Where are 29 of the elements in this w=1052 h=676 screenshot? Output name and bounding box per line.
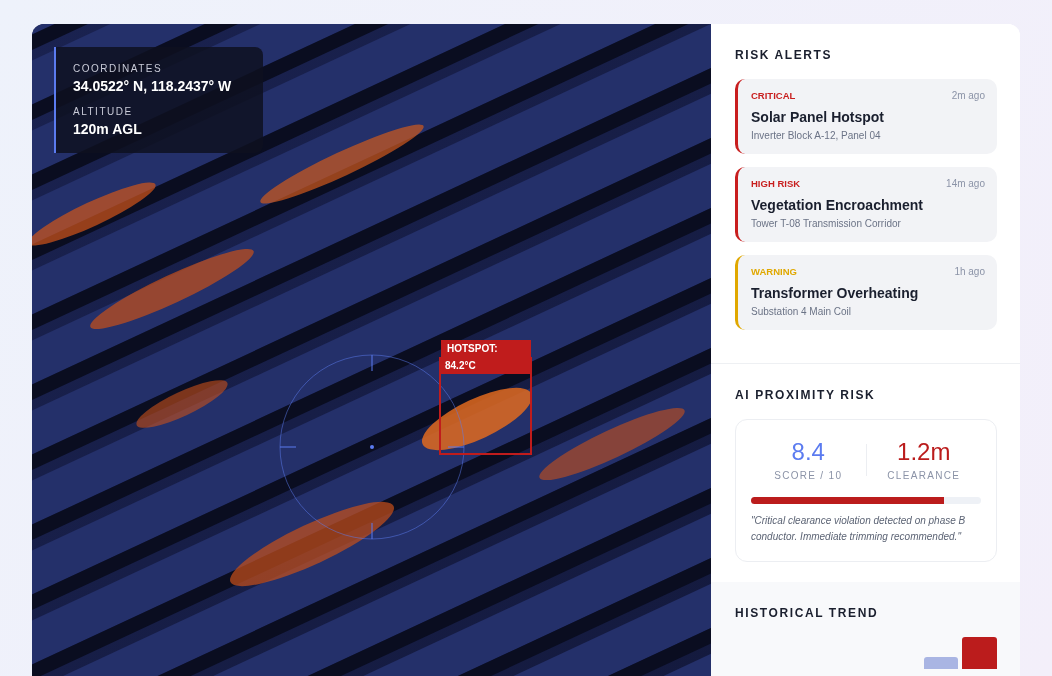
clearance-label: CLEARANCE	[887, 470, 961, 481]
clearance-value: 1.2m	[897, 438, 951, 466]
score-label: SCORE / 10	[774, 470, 843, 481]
alert-title: Vegetation Encroachment	[751, 197, 924, 213]
section-title: RISK ALERTS	[735, 48, 834, 62]
score-value: 8.4	[791, 438, 825, 466]
altitude-label: ALTITUDE	[73, 106, 134, 117]
coordinates-value: 34.0522° N, 118.2437° W	[73, 78, 233, 94]
section-title: HISTORICAL TREND	[735, 606, 880, 620]
severity-label: CRITICAL	[751, 90, 796, 101]
alert-card[interactable]: HIGH RISK 14m ago Vegetation Encroachment Tower T-08 Transmission Corridor	[735, 167, 997, 242]
alert-card[interactable]: CRITICAL 2m ago Solar Panel Hotspot Inverter Block A-12, Panel 04	[735, 79, 997, 154]
altitude-value: 120m AGL	[73, 121, 143, 137]
detection-temperature: 84.2°C	[439, 357, 532, 374]
alert-time: 14m ago	[946, 178, 985, 189]
alert-card[interactable]: WARNING 1h ago Transformer Overheating Substation 4 Main Coil	[735, 255, 997, 330]
alert-title: Solar Panel Hotspot	[751, 109, 886, 125]
alert-title: Transformer Overheating	[751, 285, 920, 301]
alert-time: 1h ago	[954, 266, 985, 277]
detection-label: HOTSPOT:	[441, 340, 531, 357]
severity-label: HIGH RISK	[751, 178, 801, 189]
alert-location: Substation 4 Main Coil	[751, 306, 853, 317]
alert-time: 2m ago	[951, 90, 985, 101]
coordinates-label: COORDINATES	[73, 63, 164, 74]
risk-note: "Critical clearance violation detected on phase B conductor. Immediate trimming recommended."	[751, 514, 967, 544]
severity-label: WARNING	[751, 266, 797, 277]
alert-location: Inverter Block A-12, Panel 04	[751, 130, 882, 141]
alert-location: Tower T-08 Transmission Corridor	[751, 218, 902, 229]
section-title: AI PROXIMITY RISK	[735, 388, 877, 402]
